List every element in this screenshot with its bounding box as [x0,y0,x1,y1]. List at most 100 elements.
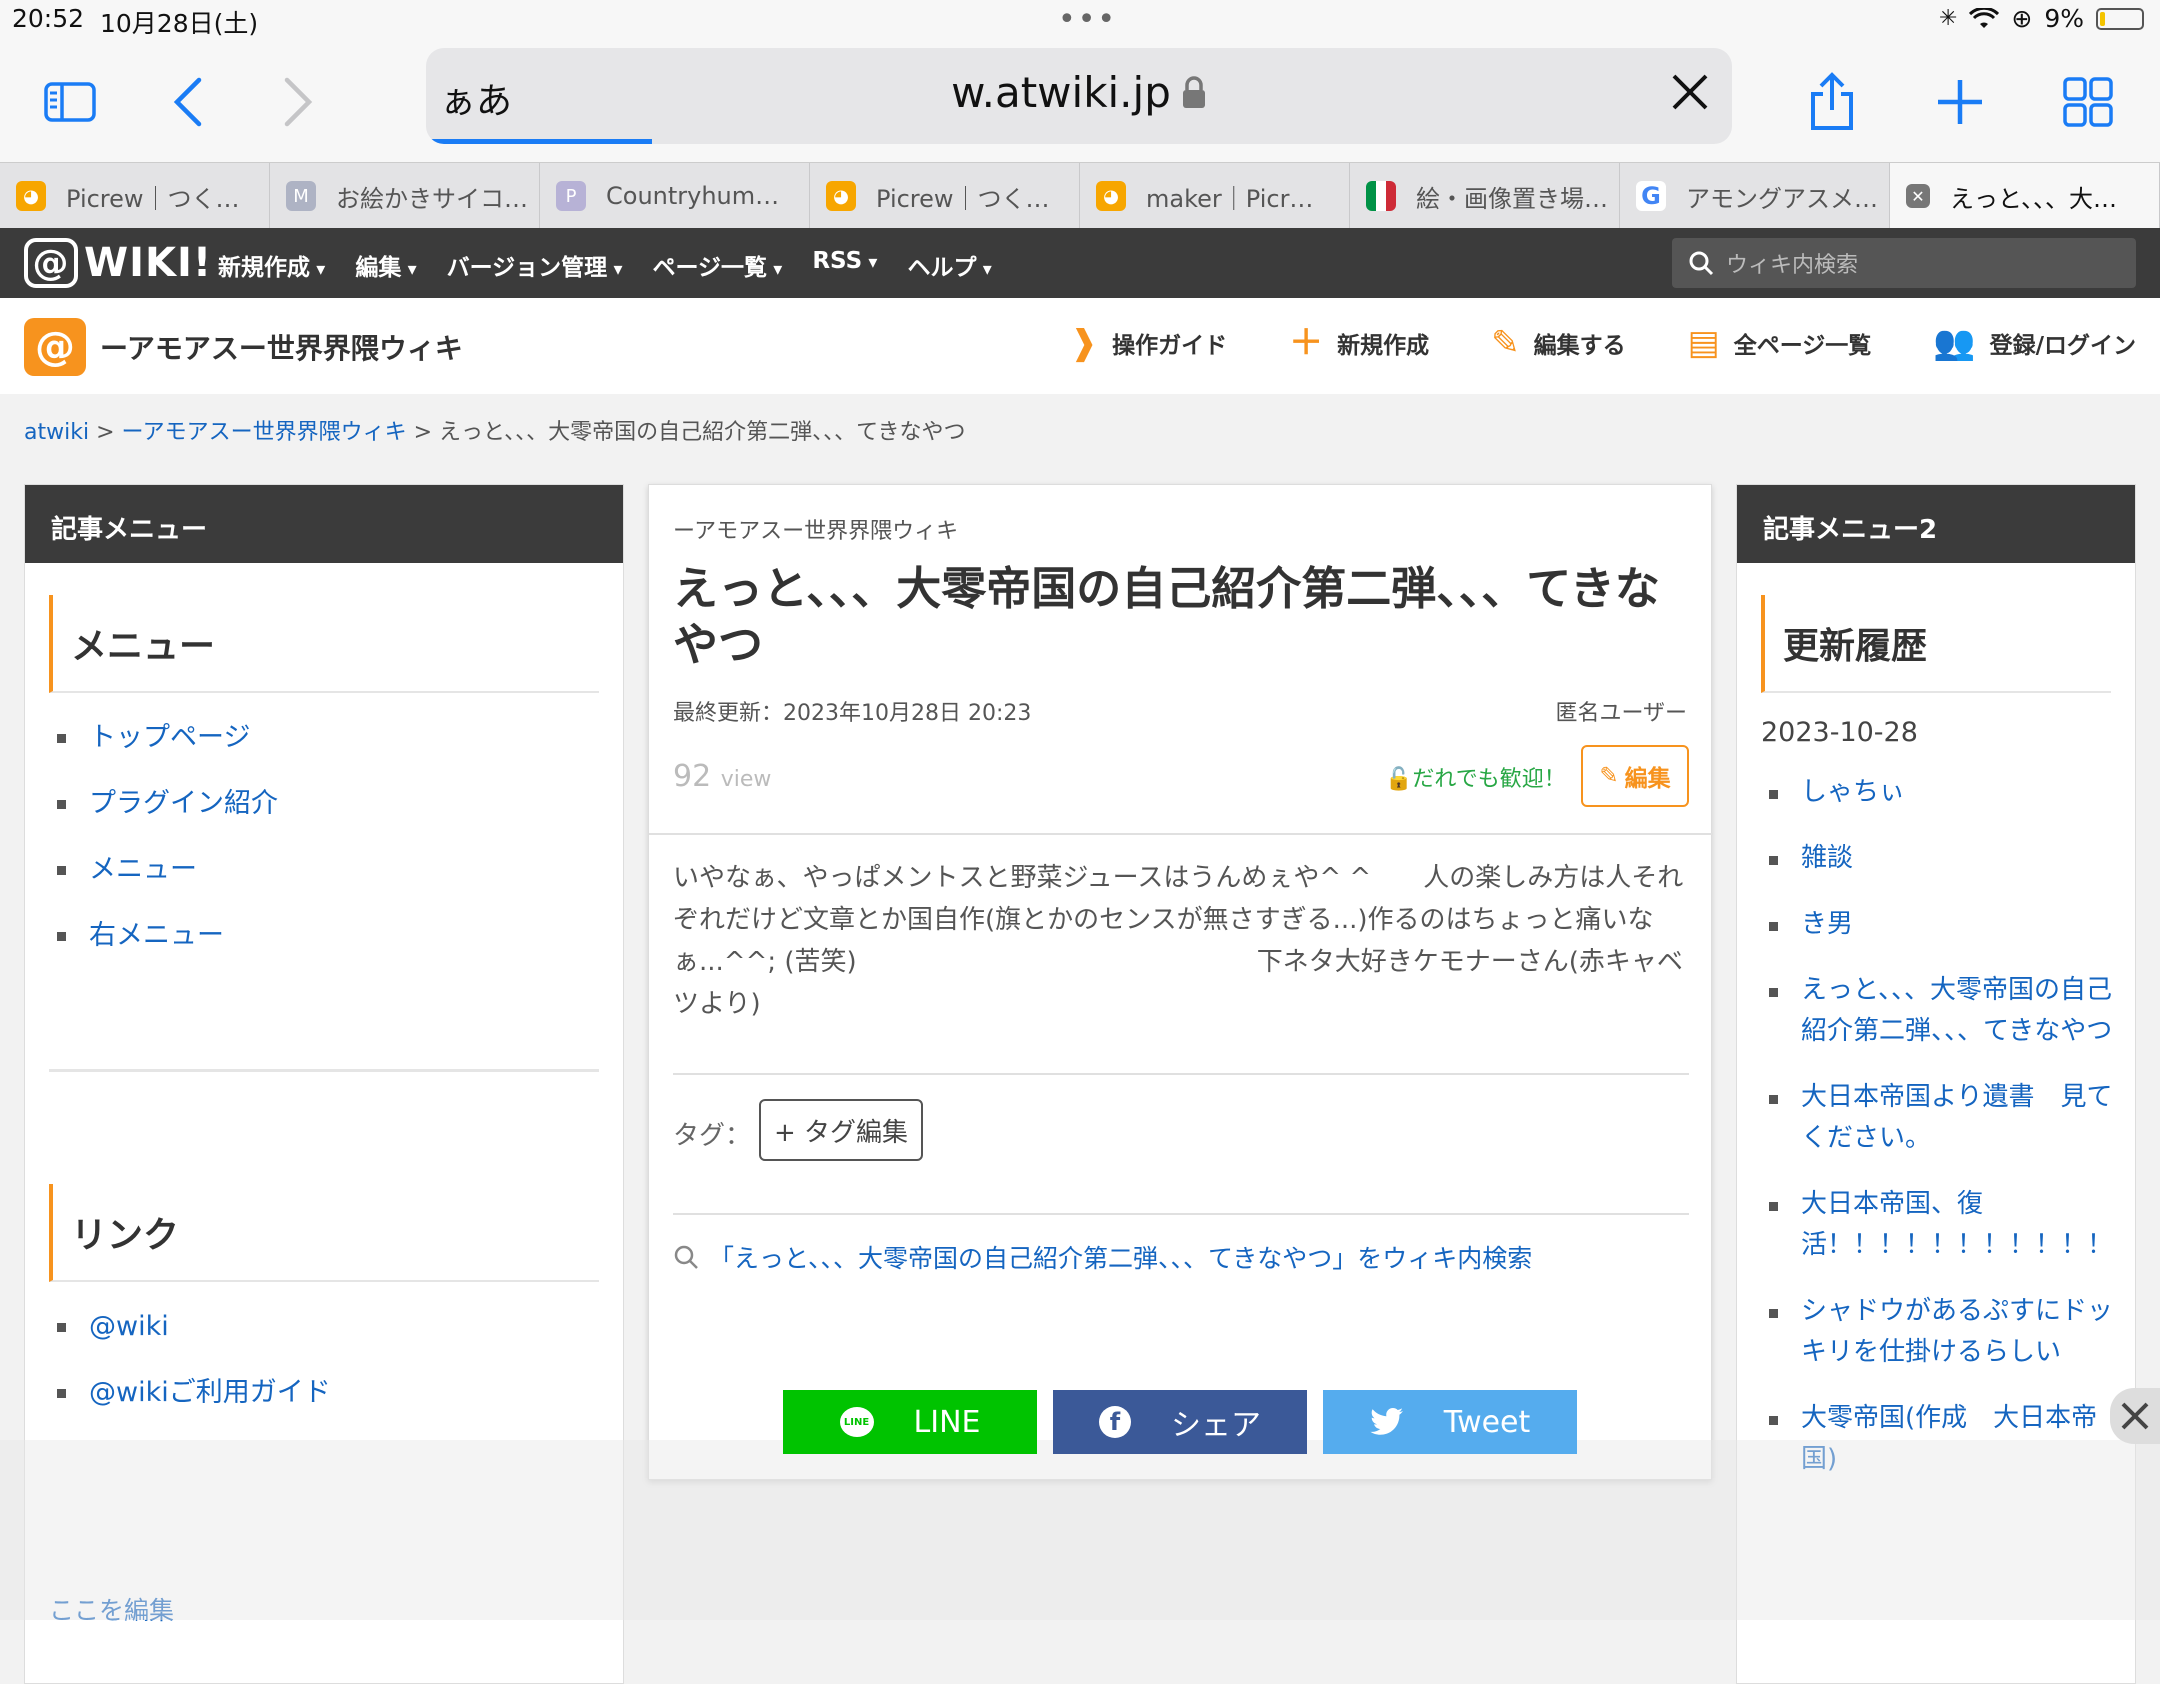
close-tab-icon[interactable]: ✕ [1906,184,1930,208]
wiki-search-link[interactable]: 「えっと、、、大零帝国の自己紹介第二弾、、、てきなやつ」をウィキ内検索 [673,1239,1532,1275]
view-count: 92 view [673,759,771,794]
twitter-icon [1370,1408,1403,1435]
menu-help[interactable]: ヘルプ [907,248,991,282]
breadcrumb-page: えっと、、、大零帝国の自己紹介第二弾、、、てきなやつ [439,420,966,445]
status-bar: 20:52 10月28日(土) ••• ✳ ⊕ 9% [0,0,2160,40]
menu-new[interactable]: 新規作成 [218,248,325,282]
link-menu[interactable]: メニュー [25,837,623,903]
edit-page-button[interactable]: ✎ 編集する [1491,326,1626,360]
last-updated: 最終更新：2023年10月28日 20:23 [673,701,1032,726]
history-link[interactable]: 雑談 [1737,838,2135,879]
menu-version[interactable]: バージョン管理 [447,248,623,282]
all-pages-button[interactable]: ▤ 全ページ一覧 [1688,326,1872,360]
close-share-icon[interactable] [2110,1388,2160,1444]
breadcrumb-atwiki[interactable]: atwiki [24,420,89,445]
divider [673,1073,1689,1075]
history-link[interactable]: シャドウがあるぷすにドッキリを仕掛けるらしい [1737,1291,2135,1373]
history-date: 2023-10-28 [1761,717,1918,748]
breadcrumb-wiki[interactable]: ーアモアスー世界界隈ウィキ [122,420,407,445]
menu-edit[interactable]: 編集 [355,248,416,282]
url-host: w.atwiki.jp [951,68,1171,117]
history-link[interactable]: しゃちぃ [1737,772,2135,813]
link-plugins[interactable]: プラグイン紹介 [25,771,623,837]
line-label: LINE [913,1404,981,1440]
link-atwiki-guide[interactable]: @wikiご利用ガイド [25,1360,623,1426]
menu-pages[interactable]: ページ一覧 [652,248,782,282]
history-link[interactable]: えっと、、、大零帝国の自己紹介第二弾、、、てきなやつ [1737,970,2135,1052]
tab-label: 絵・画像置き場… [1416,184,1608,213]
tab-picrew-2[interactable]: ◕ Picrew｜つく… [810,163,1080,229]
loading-icon: ✳ [1938,6,1958,31]
link-right-menu[interactable]: 右メニュー [25,903,623,969]
login-label: 登録/ログイン [1989,333,2136,359]
forward-icon[interactable] [266,70,330,134]
atwiki-logo[interactable]: @ WIKI! [24,238,212,288]
history-heading: 更新履歴 [1761,595,2111,693]
lock-icon [1181,71,1207,120]
article-body: いやなぁ、やっぱメントスと野菜ジュースはうんめぇや^ ^ 人の楽しみ方は人それぞ… [673,857,1693,1025]
users-icon: 👥 [1933,323,1976,363]
italy-flag-icon [1366,181,1396,211]
line-share-button[interactable]: LINE LINE [783,1390,1037,1454]
tab-current[interactable]: ✕ えっと、、、大… [1890,163,2160,229]
pencil-icon: ✎ [1491,323,1520,363]
tab-label: えっと、、、大… [1950,184,2118,213]
right-menu-bar: 記事メニュー2 [1737,485,2135,563]
link-top-page[interactable]: トップページ [25,705,623,771]
tab-label: Countryhum… [606,182,780,210]
history-link[interactable]: き男 [1737,904,2135,945]
site-title[interactable]: @ ーアモアスー世界界隈ウィキ [24,318,463,376]
stop-loading-icon[interactable] [1670,72,1710,116]
article: ーアモアスー世界界隈ウィキ えっと、、、大零帝国の自己紹介第二弾、、、てきなやつ… [648,484,1713,1480]
new-page-button[interactable]: ＋ 新規作成 [1289,326,1429,360]
load-progress-bar [426,139,652,144]
tab-maker[interactable]: ◕ maker｜Picr… [1080,163,1350,229]
tab-overview-icon[interactable] [2056,70,2120,134]
menu-rss[interactable]: RSS [812,248,877,282]
view-unit: view [720,767,772,792]
facebook-share-button[interactable]: f シェア [1053,1390,1307,1454]
breadcrumb-sep: > [89,420,122,445]
tag-edit-button[interactable]: + タグ編集 [759,1099,923,1161]
breadcrumb: atwiki > ーアモアスー世界界隈ウィキ > えっと、、、大零帝国の自己紹介… [24,414,966,446]
url-text: w.atwiki.jp [426,68,1732,120]
search-link-text: 「えっと、、、大零帝国の自己紹介第二弾、、、てきなやつ」をウィキ内検索 [709,1244,1533,1273]
tab-oekaki[interactable]: M お絵かきサイコ… [270,163,540,229]
welcome-text: だれでも歓迎！ [1412,767,1566,792]
at-icon: @ [24,238,78,288]
battery-icon [2096,7,2144,30]
status-date: 10月28日(土) [100,9,259,38]
edit-label: 編集する [1533,333,1626,359]
twitter-share-button[interactable]: Tweet [1323,1390,1577,1454]
welcome-badge: 🔓だれでも歓迎！ [1385,761,1566,793]
author: 匿名ユーザー [1555,701,1687,726]
status-time: 20:52 [12,4,85,33]
share-icon[interactable] [1800,70,1864,134]
login-button[interactable]: 👥 登録/ログイン [1933,326,2136,360]
share-bar-backdrop [0,1440,2160,1620]
facebook-icon: f [1099,1406,1131,1438]
edit-button[interactable]: ✎ 編集 [1581,745,1689,807]
sidebar-toggle-icon[interactable] [38,70,102,134]
rotation-lock-icon: ⊕ [2011,4,2033,33]
tab-countryhumans[interactable]: P Countryhum… [540,163,810,229]
link-atwiki[interactable]: @wiki [25,1294,623,1360]
wiki-menu: 新規作成 編集 バージョン管理 ページ一覧 RSS ヘルプ [218,248,992,282]
tab-image-storage[interactable]: 絵・画像置き場… [1350,163,1620,229]
history-link[interactable]: 大日本帝国、復活！！！！！！！！！！！ [1737,1184,2135,1266]
browser-toolbar: ぁあ w.atwiki.jp [0,40,2160,162]
wiki-navbar: @WIKI! 新規作成 編集 バージョン管理 ページ一覧 RSS ヘルプ ウィキ… [0,228,2160,298]
page-title: えっと、、、大零帝国の自己紹介第二弾、、、てきなやつ [673,562,1660,671]
tab-among-us[interactable]: G アモングアスメ… [1620,163,1890,229]
address-bar[interactable]: ぁあ w.atwiki.jp [426,48,1732,144]
history-link[interactable]: 大日本帝国より遺書 見てください。 [1737,1077,2135,1159]
battery-percent: 9% [2044,4,2084,33]
guide-button[interactable]: ❱ 操作ガイド [1070,326,1228,360]
tab-picrew-1[interactable]: ◕ Picrew｜つく… [0,163,270,229]
wiki-search-input[interactable]: ウィキ内検索 [1672,238,2136,288]
new-tab-icon[interactable] [1928,70,1992,134]
back-icon[interactable] [156,70,220,134]
multitask-dots-icon[interactable]: ••• [1058,2,1117,37]
tab-label: お絵かきサイコ… [336,184,528,213]
p-icon: P [556,181,586,211]
